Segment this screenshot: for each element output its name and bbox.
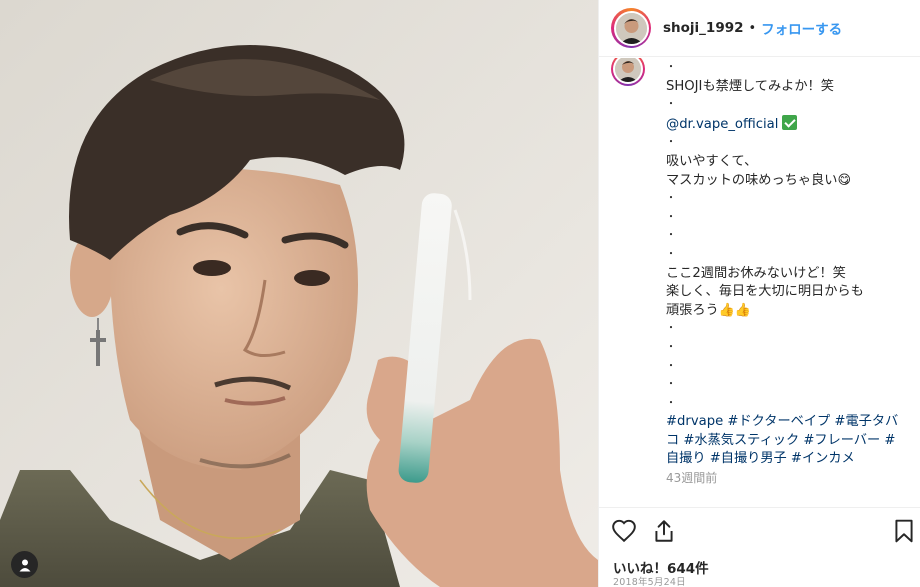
yum-face-emoji: 😋: [837, 172, 851, 188]
share-upload-icon[interactable]: [651, 518, 677, 544]
caption-bullet: ・: [666, 360, 676, 372]
caption-line-with-emoji: 頑張ろう👍👍: [666, 302, 911, 321]
post-photo[interactable]: [0, 0, 598, 587]
person-tag-icon: [19, 559, 30, 571]
selfie-image: [0, 0, 598, 587]
heart-outline-icon[interactable]: [611, 518, 637, 544]
caption-area: ・ SHOJIも禁煙してみよか！笑 ・ @dr.vape_official ・ …: [599, 57, 920, 507]
post-date: 2018年5月24日: [613, 577, 686, 587]
caption-line: ここ2週間お休みないけど！笑: [666, 265, 846, 281]
caption-bullet: ・: [666, 341, 676, 353]
avatar-photo: [615, 12, 647, 44]
caption-mention-line: @dr.vape_official: [666, 114, 911, 135]
caption-bullet: ・: [666, 137, 676, 149]
caption-text: マスカットの味めっちゃ良い: [666, 172, 838, 188]
caption-bullet: ・: [666, 323, 676, 335]
caption-bullet: ・: [666, 230, 676, 242]
caption-bullet: ・: [666, 211, 676, 223]
caption-bullet: ・: [666, 99, 676, 111]
mention-link[interactable]: @dr.vape_official: [666, 117, 778, 132]
caption-bullet: ・: [666, 193, 676, 205]
caption-line-with-emoji: マスカットの味めっちゃ良い😋: [666, 172, 911, 191]
author-username[interactable]: shoji_1992: [663, 20, 744, 36]
check-mark-button-icon: [782, 114, 798, 130]
caption-avatar-photo: [615, 58, 641, 82]
user-tag-button[interactable]: [11, 551, 38, 578]
thumbs-up-emoji: 👍👍: [718, 302, 752, 318]
author-avatar[interactable]: [611, 8, 651, 48]
caption-line: 楽しく、毎日を大切に明日からも: [666, 284, 864, 300]
caption-line: 吸いやすくて、: [666, 153, 758, 169]
caption-bullet: ・: [666, 62, 676, 73]
caption-bullet: ・: [666, 397, 676, 409]
bookmark-outline-icon[interactable]: [891, 518, 917, 544]
caption-line: SHOJIも禁煙してみよか！笑: [666, 78, 834, 94]
caption-bullet: ・: [666, 248, 676, 260]
post-header: shoji_1992 • フォローする: [599, 0, 920, 57]
relative-time[interactable]: 43週間前: [666, 469, 717, 486]
caption-text: 頑張ろう: [666, 302, 719, 318]
post-sidebar: shoji_1992 • フォローする ・ SHOJIも禁煙してみよか！笑 ・ …: [598, 0, 920, 587]
caption-author-avatar[interactable]: [611, 58, 645, 86]
post-caption: ・ SHOJIも禁煙してみよか！笑 ・ @dr.vape_official ・ …: [666, 59, 911, 469]
header-separator: •: [748, 20, 757, 36]
hashtag-links[interactable]: #drvape #ドクターベイプ #電子タバコ #水蒸気スティック #フレーバー…: [666, 413, 902, 469]
follow-button[interactable]: フォローする: [761, 18, 842, 38]
caption-bullet: ・: [666, 379, 676, 391]
